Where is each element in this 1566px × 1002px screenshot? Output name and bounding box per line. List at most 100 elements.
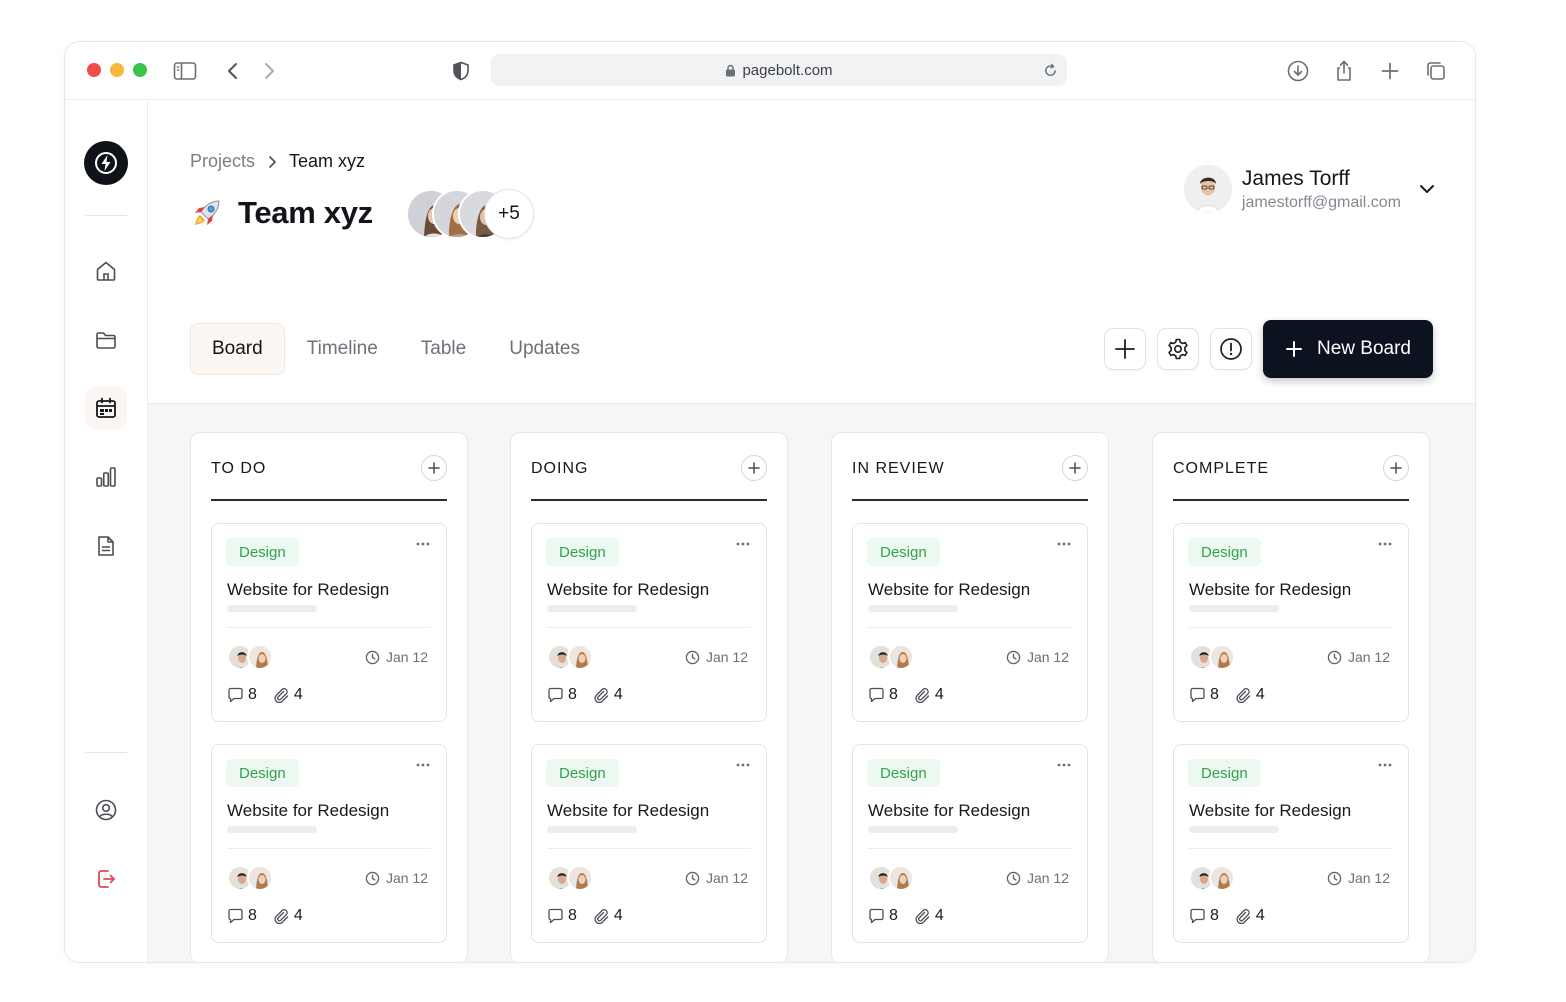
comments-count[interactable]: 8	[227, 686, 257, 704]
sidebar-item-calendar[interactable]	[85, 387, 127, 429]
assignees[interactable]	[227, 865, 275, 893]
forward-icon[interactable]	[256, 58, 282, 84]
sidebar-item-profile[interactable]	[85, 789, 127, 831]
add-card-button[interactable]	[1383, 455, 1409, 481]
sidebar-item-documents[interactable]	[85, 525, 127, 567]
due-date-text: Jan 12	[385, 870, 428, 886]
tab-timeline[interactable]: Timeline	[286, 323, 399, 375]
category-tag: Design	[546, 538, 619, 566]
breadcrumb: Projects Team xyz	[190, 151, 365, 172]
tab-table[interactable]: Table	[400, 323, 487, 375]
logout-icon	[94, 867, 118, 891]
sidebar-item-projects[interactable]	[85, 319, 127, 361]
comments-count[interactable]: 8	[1189, 907, 1219, 925]
more-options-icon[interactable]	[1057, 542, 1071, 546]
minimize-window-button[interactable]	[110, 63, 124, 77]
task-card[interactable]: Design Website for Redesign Jan 12 8 4	[852, 523, 1088, 722]
assignees[interactable]	[547, 644, 595, 672]
breadcrumb-projects[interactable]: Projects	[190, 151, 255, 172]
more-options-icon[interactable]	[1057, 763, 1071, 767]
clock-icon	[365, 871, 380, 886]
tab-overview-icon[interactable]	[1423, 58, 1449, 84]
kanban-board: TO DO Design Website for Redesign Jan 12 8 4 D…	[148, 403, 1475, 962]
attachments-count[interactable]: 4	[1235, 907, 1265, 925]
assignees[interactable]	[1189, 865, 1237, 893]
task-card[interactable]: Design Website for Redesign Jan 12 8 4	[531, 523, 767, 722]
task-card[interactable]: Design Website for Redesign Jan 12 8 4	[852, 744, 1088, 943]
assignees[interactable]	[227, 644, 275, 672]
tab-updates[interactable]: Updates	[488, 323, 601, 375]
add-card-button[interactable]	[421, 455, 447, 481]
tab-board[interactable]: Board	[190, 323, 285, 375]
sidebar-item-analytics[interactable]	[85, 456, 127, 498]
comment-icon	[1189, 908, 1206, 924]
more-options-icon[interactable]	[1378, 542, 1392, 546]
clock-icon	[365, 650, 380, 665]
comments-count[interactable]: 8	[227, 907, 257, 925]
task-card[interactable]: Design Website for Redesign Jan 12 8 4	[211, 523, 447, 722]
more-options-icon[interactable]	[736, 763, 750, 767]
attachments-count[interactable]: 4	[1235, 686, 1265, 704]
card-meta: 84	[227, 907, 319, 925]
calendar-icon	[94, 396, 118, 420]
task-card[interactable]: Design Website for Redesign Jan 12 8 4	[1173, 523, 1409, 722]
comments-count-text: 8	[889, 686, 898, 703]
more-options-icon[interactable]	[1378, 763, 1392, 767]
paperclip-icon	[593, 908, 610, 924]
add-button[interactable]	[1104, 328, 1146, 370]
maximize-window-button[interactable]	[133, 63, 147, 77]
sidebar-item-logout[interactable]	[85, 858, 127, 900]
attachments-count[interactable]: 4	[914, 907, 944, 925]
sidebar-item-home[interactable]	[85, 250, 127, 292]
column-header: COMPLETE	[1173, 455, 1409, 501]
close-window-button[interactable]	[87, 63, 101, 77]
task-card[interactable]: Design Website for Redesign Jan 12 8 4	[531, 744, 767, 943]
more-options-icon[interactable]	[416, 542, 430, 546]
add-card-button[interactable]	[741, 455, 767, 481]
settings-button[interactable]	[1157, 328, 1199, 370]
comments-count[interactable]: 8	[1189, 686, 1219, 704]
card-meta: 84	[868, 907, 960, 925]
due-date: Jan 12	[1327, 870, 1390, 886]
user-name: James Torff	[1241, 166, 1350, 190]
user-menu[interactable]: James Torff jamestorff@gmail.com	[1183, 165, 1435, 213]
add-card-button[interactable]	[1062, 455, 1088, 481]
new-tab-icon[interactable]	[1377, 58, 1403, 84]
comments-count[interactable]: 8	[868, 686, 898, 704]
comments-count[interactable]: 8	[547, 907, 577, 925]
privacy-shield-icon[interactable]	[448, 58, 474, 84]
attachments-count[interactable]: 4	[593, 686, 623, 704]
due-date: Jan 12	[685, 870, 748, 886]
share-icon[interactable]	[1331, 58, 1357, 84]
more-members-badge[interactable]: +5	[484, 189, 534, 239]
assignees[interactable]	[1189, 644, 1237, 672]
new-board-button[interactable]: New Board	[1263, 320, 1433, 378]
app-logo[interactable]	[84, 141, 128, 185]
assignees[interactable]	[868, 865, 916, 893]
info-button[interactable]	[1210, 328, 1252, 370]
due-date: Jan 12	[1006, 649, 1069, 665]
task-card[interactable]: Design Website for Redesign Jan 12 8 4	[211, 744, 447, 943]
progress-bar	[1189, 826, 1279, 833]
comments-count[interactable]: 8	[547, 686, 577, 704]
comments-count[interactable]: 8	[868, 907, 898, 925]
more-options-icon[interactable]	[416, 763, 430, 767]
attachments-count[interactable]: 4	[273, 686, 303, 704]
attachments-count[interactable]: 4	[273, 907, 303, 925]
progress-bar	[547, 605, 637, 612]
chevron-down-icon[interactable]	[1419, 184, 1435, 194]
card-divider	[227, 848, 431, 849]
attachments-count[interactable]: 4	[914, 686, 944, 704]
task-card[interactable]: Design Website for Redesign Jan 12 8 4	[1173, 744, 1409, 943]
address-bar[interactable]: pagebolt.com	[491, 54, 1067, 86]
attachments-count[interactable]: 4	[593, 907, 623, 925]
back-icon[interactable]	[220, 58, 246, 84]
progress-bar	[1189, 605, 1279, 612]
reload-icon[interactable]	[1041, 61, 1059, 79]
sidebar	[65, 101, 148, 962]
assignees[interactable]	[547, 865, 595, 893]
more-options-icon[interactable]	[736, 542, 750, 546]
download-icon[interactable]	[1285, 58, 1311, 84]
sidebar-toggle-icon[interactable]	[172, 58, 198, 84]
assignees[interactable]	[868, 644, 916, 672]
